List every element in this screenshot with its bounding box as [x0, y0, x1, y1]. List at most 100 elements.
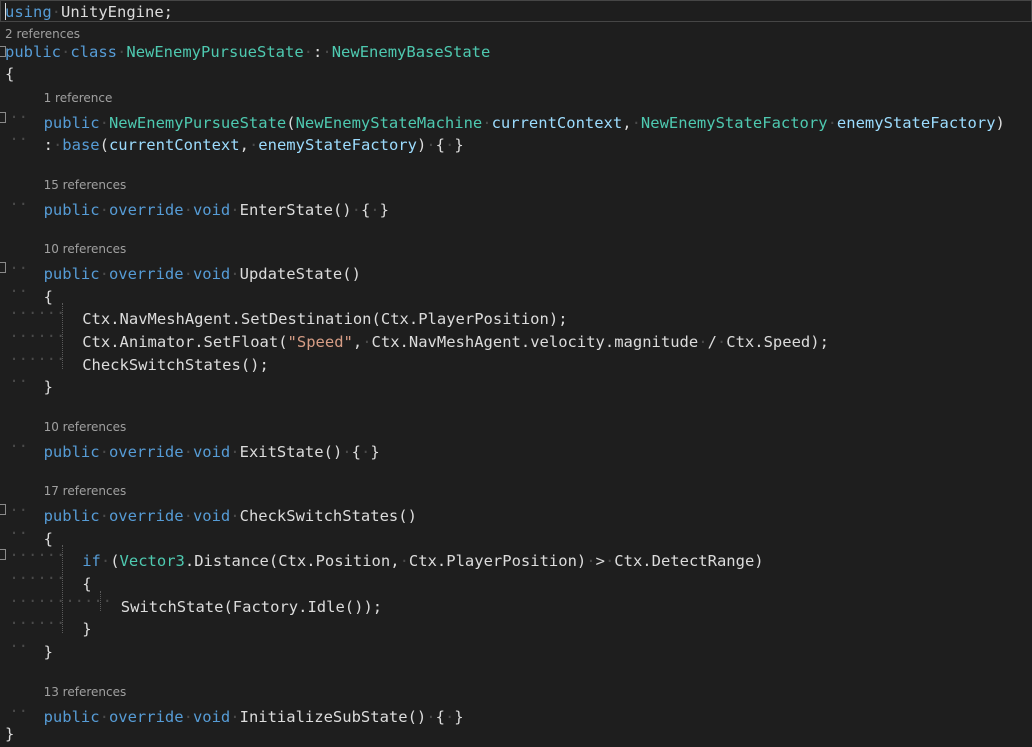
indent-whitespace-marker: ··: [0, 437, 28, 455]
codelens-references-link[interactable]: 10 references: [44, 241, 127, 257]
code-token: {: [435, 136, 445, 154]
code-token: (): [323, 443, 343, 461]
code-token: ,: [239, 136, 249, 154]
fold-toggle-icon[interactable]: [0, 504, 6, 515]
whitespace-marker: ·: [183, 443, 193, 461]
indent-whitespace-marker: ······: [0, 327, 66, 345]
fold-toggle-icon[interactable]: [0, 112, 6, 123]
code-token: ): [416, 136, 427, 154]
indent-whitespace-marker: ··: [0, 637, 28, 655]
indent-whitespace-marker: ··: [0, 524, 28, 542]
indent-whitespace-marker: ··: [0, 372, 28, 390]
code-token: }: [379, 201, 389, 219]
codelens-references-link[interactable]: 17 references: [44, 483, 127, 499]
type-token: NewEnemyBaseState: [331, 43, 491, 61]
code-token: }: [5, 725, 15, 743]
whitespace-marker: ·: [117, 43, 127, 61]
code-token: ExitState: [239, 443, 324, 461]
whitespace-marker: ·: [61, 43, 71, 61]
indent-whitespace-marker: ······: [0, 546, 66, 564]
whitespace-marker: ·: [444, 136, 455, 154]
code-line[interactable]: ··}}: [0, 370, 1032, 396]
codelens-references-link[interactable]: 1 reference: [44, 90, 113, 106]
code-line[interactable]: ··public override void CheckSwitchStates…: [0, 499, 1032, 525]
keyword-token: void: [192, 201, 231, 219]
indent-whitespace-marker: ···········: [0, 592, 112, 610]
whitespace-marker: ·: [183, 201, 193, 219]
whitespace-marker: ·: [342, 443, 352, 461]
code-line[interactable]: ······CheckSwitchStates();CheckSwitchSta…: [0, 348, 1032, 374]
code-token: EnterState: [239, 201, 333, 219]
code-line[interactable]: ··public override void ExitState() { }pu…: [0, 435, 1032, 461]
indent-whitespace-marker: ··: [0, 282, 28, 300]
keyword-token: override: [108, 443, 184, 461]
code-line[interactable]: }}: [0, 723, 1032, 745]
keyword-token: public: [5, 43, 61, 61]
code-token: {: [5, 65, 15, 83]
code-line[interactable]: public class NewEnemyPursueState : NewEn…: [0, 41, 1032, 63]
keyword-token: void: [192, 443, 231, 461]
code-line[interactable]: ··public override void InitializeSubStat…: [0, 700, 1032, 726]
indent-whitespace-marker: ··: [0, 130, 28, 148]
indent-whitespace-marker: ······: [0, 614, 66, 632]
whitespace-marker: ·: [99, 443, 109, 461]
code-token: {: [360, 201, 371, 219]
code-line[interactable]: ··: base(currentContext, enemyStateFacto…: [0, 128, 1032, 154]
whitespace-marker: ·: [52, 136, 63, 154]
indent-whitespace-marker: ··: [0, 195, 28, 213]
indent-whitespace-marker: ··: [0, 259, 28, 277]
fold-toggle-icon[interactable]: [0, 549, 6, 560]
keyword-token: public: [43, 443, 100, 461]
whitespace-marker: ·: [248, 136, 259, 154]
whitespace-marker: ·: [426, 136, 436, 154]
text-caret: [5, 3, 6, 20]
code-editor[interactable]: using UnityEngine;using·UnityEngine;2 re…: [0, 0, 1032, 747]
parameter-token: enemyStateFactory: [258, 136, 417, 154]
indent-guide-line: [100, 591, 101, 611]
codelens-references-link[interactable]: 2 references: [5, 26, 80, 42]
whitespace-marker: ·: [303, 43, 314, 61]
code-token: :: [313, 43, 323, 61]
code-token: (: [99, 136, 109, 154]
indent-guide-line: [62, 545, 63, 633]
code-line[interactable]: ··public override void UpdateState()publ…: [0, 257, 1032, 283]
fold-toggle-icon[interactable]: [0, 262, 6, 273]
code-line[interactable]: ··{{: [0, 280, 1032, 306]
indent-whitespace-marker: ··: [0, 501, 28, 519]
parameter-token: currentContext: [108, 136, 240, 154]
whitespace-marker: ·: [230, 443, 240, 461]
code-line[interactable]: ······if (Vector3.Distance(Ctx.Position,…: [0, 544, 1032, 570]
current-line-highlight: [0, 0, 1032, 22]
code-line[interactable]: ······ Ctx.NavMeshAgent.SetDestination(Ct…: [0, 302, 1032, 328]
code-line[interactable]: ··{{: [0, 522, 1032, 548]
codelens-references-link[interactable]: 10 references: [44, 419, 127, 435]
code-line[interactable]: ··}}: [0, 635, 1032, 661]
code-line[interactable]: {{: [0, 63, 1032, 85]
code-line[interactable]: ···········SwitchState(Factory.Idle());S…: [0, 590, 1032, 616]
whitespace-marker: ·: [351, 201, 361, 219]
code-token: }: [43, 378, 53, 396]
indent-whitespace-marker: ··: [0, 702, 28, 720]
indent-whitespace-marker: ······: [0, 304, 66, 322]
code-line[interactable]: ······Ctx.Animator.SetFloat("Speed", Ctx…: [0, 325, 1032, 351]
fold-toggle-icon[interactable]: [0, 46, 6, 57]
indent-whitespace-marker: ······: [0, 350, 66, 368]
code-token: :: [43, 136, 53, 154]
indent-whitespace-marker: ······: [0, 569, 66, 587]
keyword-token: class: [70, 43, 118, 61]
code-line[interactable]: ··public override void EnterState() { }p…: [0, 193, 1032, 219]
code-line[interactable]: ······}}: [0, 612, 1032, 638]
code-line[interactable]: ··public NewEnemyPursueState(NewEnemySta…: [0, 106, 1032, 132]
code-token: }: [43, 643, 53, 661]
code-token: }: [370, 443, 380, 461]
whitespace-marker: ·: [370, 201, 380, 219]
code-line[interactable]: ······{{: [0, 567, 1032, 593]
codelens-references-link[interactable]: 15 references: [44, 177, 127, 193]
whitespace-marker: ·: [322, 43, 332, 61]
whitespace-marker: ·: [230, 201, 240, 219]
codelens-references-link[interactable]: 13 references: [44, 684, 127, 700]
code-token: }: [454, 136, 464, 154]
indent-whitespace-marker: ··: [0, 108, 28, 126]
code-token: (): [332, 201, 352, 219]
keyword-token: override: [108, 201, 184, 219]
